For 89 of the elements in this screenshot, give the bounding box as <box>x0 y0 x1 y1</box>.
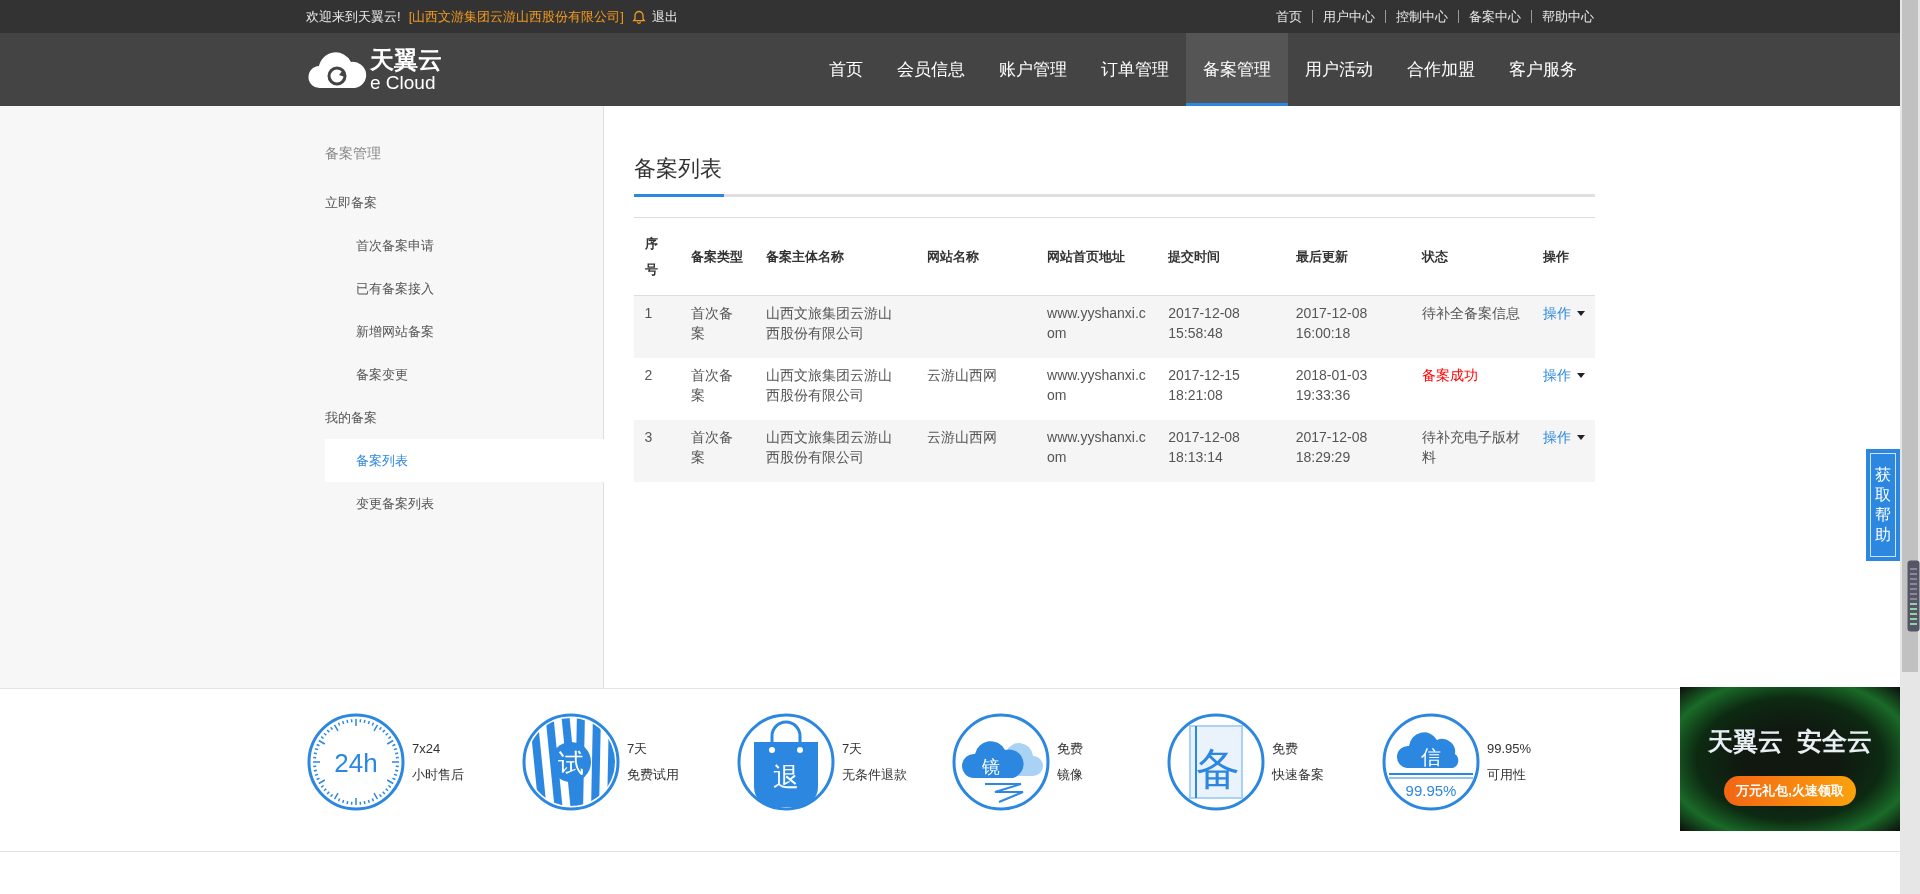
logo-text: 天翼云 <box>370 47 442 72</box>
table-cell: 云游山西网 <box>926 367 997 383</box>
table-cell: 2018-01-03 19:33:36 <box>1295 367 1368 403</box>
sidebar-item[interactable]: 已有备案接入 <box>324 267 603 310</box>
feature-label: 小时售后 <box>412 766 464 784</box>
nav-tab[interactable]: 订单管理 <box>1084 33 1186 106</box>
column-header: 序号 <box>633 217 681 296</box>
column-header: 备案主体名称 <box>754 217 916 296</box>
column-header: 状态 <box>1411 217 1533 296</box>
sidebar-item[interactable]: 新增网站备案 <box>324 310 603 353</box>
top-link[interactable]: 帮助中心 <box>1531 10 1594 23</box>
top-link[interactable]: 用户中心 <box>1312 10 1385 23</box>
table-cell: 2017-12-08 15:58:48 <box>1168 305 1240 341</box>
table-cell: 2017-12-15 18:21:08 <box>1168 367 1240 403</box>
column-header: 网站首页地址 <box>1036 217 1158 296</box>
table-cell: 2017-12-08 16:00:18 <box>1295 305 1368 341</box>
nav-tab[interactable]: 合作加盟 <box>1390 33 1492 106</box>
scrollbar[interactable] <box>1900 0 1920 894</box>
nav-tab[interactable]: 客户服务 <box>1492 33 1594 106</box>
column-header: 操作 <box>1532 217 1595 296</box>
table-cell: 2017-12-08 18:29:29 <box>1295 429 1368 465</box>
feature-title: 7天 <box>842 740 864 758</box>
feature-badge-icon: 信 99.95% <box>1381 712 1481 812</box>
table-cell: 1 <box>644 305 653 321</box>
feature-badge-icon: 退 <box>736 712 836 812</box>
column-header: 网站名称 <box>915 217 1037 296</box>
sidebar-item[interactable]: 首次备案申请 <box>324 224 603 267</box>
table-cell: 2 <box>644 367 653 383</box>
feature-badge-icon: 24h <box>306 712 406 812</box>
column-header: 最后更新 <box>1284 217 1412 296</box>
feature-title: 免费 <box>1057 740 1083 758</box>
logout-link[interactable]: 退出 <box>651 7 678 26</box>
feature-label: 快速备案 <box>1272 766 1324 784</box>
page-title: 备案列表 <box>633 154 724 197</box>
feature-label: 免费试用 <box>627 766 679 784</box>
table-cell: 首次备案 <box>691 367 734 403</box>
status-text: 备案成功 <box>1422 367 1479 383</box>
table-cell: 山西文旅集团云游山西股份有限公司 <box>765 367 892 403</box>
table-cell: www.yyshanxi.com <box>1047 305 1146 341</box>
bell-icon <box>631 9 646 24</box>
status-text: 待补全备案信息 <box>1422 305 1521 321</box>
nav-tab[interactable]: 会员信息 <box>880 33 982 106</box>
feature-title: 7天 <box>627 740 649 758</box>
company-name: [山西文游集团云游山西股份有限公司] <box>408 7 624 26</box>
sidebar-title: 备案管理 <box>323 144 382 163</box>
table-cell: 首次备案 <box>691 305 734 341</box>
caret-icon <box>1577 434 1586 440</box>
sidebar-item[interactable]: 备案变更 <box>324 353 603 396</box>
sidebar-item[interactable]: 备案列表 <box>324 439 604 482</box>
nav-tab[interactable]: 备案管理 <box>1186 33 1288 106</box>
nav-tab[interactable]: 用户活动 <box>1288 33 1390 106</box>
caret-icon <box>1577 310 1586 316</box>
feature-badge-icon: 试 <box>521 712 621 812</box>
sidebar-group-label: 立即备案 <box>323 194 378 212</box>
table-cell: 2017-12-08 18:13:14 <box>1168 429 1240 465</box>
table-cell: 3 <box>644 429 653 445</box>
welcome-text: 欢迎来到天翼云! <box>306 7 401 26</box>
help-tab[interactable]: 获取帮助 <box>1866 449 1900 561</box>
table-cell: 首次备案 <box>691 429 734 465</box>
column-header: 提交时间 <box>1157 217 1285 296</box>
status-text: 待补充电子版材料 <box>1422 429 1521 465</box>
sidebar-item[interactable]: 变更备案列表 <box>324 482 603 525</box>
logo-subtitle: e Cloud <box>370 72 436 92</box>
sidebar-group-label: 我的备案 <box>323 409 378 427</box>
column-header: 备案类型 <box>680 217 755 296</box>
ad-headline: 安全云 <box>1797 726 1872 757</box>
nav-tab[interactable]: 首页 <box>812 33 880 106</box>
feature-label: 镜像 <box>1057 766 1083 784</box>
top-link[interactable]: 备案中心 <box>1458 10 1531 23</box>
table-cell: 云游山西网 <box>926 429 997 445</box>
table-cell: www.yyshanxi.com <box>1047 429 1146 465</box>
action-dropdown[interactable]: 操作 <box>1543 365 1586 385</box>
table-cell: 山西文旅集团云游山西股份有限公司 <box>765 305 892 341</box>
table-cell: www.yyshanxi.com <box>1047 367 1146 403</box>
feature-badge-icon: 备 <box>1166 712 1266 812</box>
nav-tab[interactable]: 账户管理 <box>982 33 1084 106</box>
feature-title: 99.95% <box>1487 740 1532 758</box>
ad-banner[interactable]: 天翼云 安全云 万元礼包,火速领取 <box>1680 687 1900 831</box>
feature-label: 可用性 <box>1487 766 1527 784</box>
feature-label: 无条件退款 <box>842 766 907 784</box>
table-cell: 山西文旅集团云游山西股份有限公司 <box>765 429 892 465</box>
scroll-thumb[interactable] <box>1902 0 1918 672</box>
feature-badge-icon: 镜 <box>951 712 1051 812</box>
top-link[interactable]: 控制中心 <box>1385 10 1458 23</box>
top-link[interactable]: 首页 <box>1266 10 1312 23</box>
caret-icon <box>1577 372 1586 378</box>
feature-title: 7x24 <box>412 740 442 758</box>
ad-headline: 天翼云 <box>1708 726 1783 757</box>
feature-title: 免费 <box>1272 740 1299 758</box>
